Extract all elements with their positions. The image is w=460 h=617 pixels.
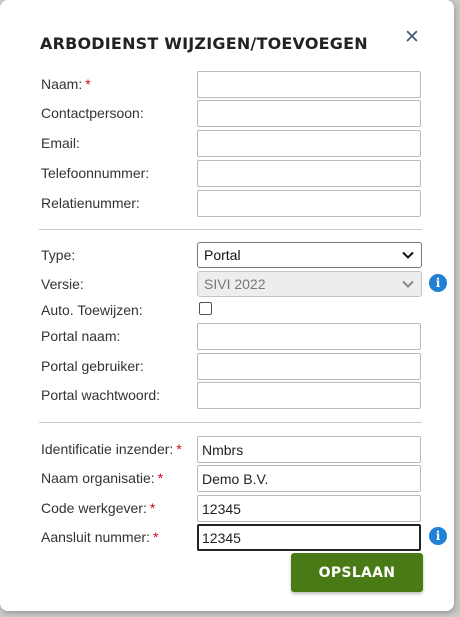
- versie-select: SIVI 2022: [197, 271, 422, 297]
- relatienummer-label: Relatienummer:: [41, 195, 140, 211]
- email-input[interactable]: [197, 130, 421, 157]
- type-select[interactable]: Portal: [197, 242, 422, 268]
- required-marker: *: [149, 500, 156, 516]
- telefoonnummer-input[interactable]: [197, 160, 421, 187]
- info-icon[interactable]: i: [429, 274, 447, 292]
- save-button[interactable]: OPSLAAN: [291, 553, 423, 592]
- required-marker: *: [85, 76, 91, 92]
- dialog-title: ARBODIENST WIJZIGEN/TOEVOEGEN: [40, 34, 368, 53]
- section-divider: [39, 422, 422, 423]
- close-icon[interactable]: ✕: [402, 28, 422, 48]
- auto-toewijzen-checkbox[interactable]: [199, 302, 212, 315]
- type-selected-value: Portal: [204, 247, 241, 263]
- naam-label: Naam: *: [41, 76, 91, 92]
- aansluit-nummer-label: Aansluit nummer: *: [41, 529, 159, 545]
- contactpersoon-input[interactable]: [197, 100, 421, 127]
- identificatie-inzender-input[interactable]: [197, 436, 421, 463]
- required-marker: *: [176, 441, 182, 457]
- code-werkgever-label: Code werkgever: *: [41, 500, 156, 516]
- auto-toewijzen-label: Auto. Toewijzen:: [41, 302, 143, 318]
- telefoonnummer-label: Telefoonnummer:: [41, 165, 150, 181]
- chevron-down-icon: [402, 251, 414, 259]
- naam-input[interactable]: [197, 71, 421, 98]
- info-icon[interactable]: i: [429, 527, 447, 545]
- relatienummer-input[interactable]: [197, 190, 421, 217]
- versie-label: Versie:: [41, 276, 84, 292]
- chevron-down-icon: [402, 280, 414, 288]
- email-label: Email:: [41, 135, 80, 151]
- section-divider: [39, 229, 422, 230]
- code-werkgever-input[interactable]: [197, 495, 421, 522]
- required-marker: *: [152, 529, 159, 545]
- portal-naam-label: Portal naam:: [41, 328, 121, 344]
- type-label: Type:: [41, 247, 76, 263]
- portal-wachtwoord-input[interactable]: [197, 382, 421, 409]
- naam-organisatie-label: Naam organisatie: *: [41, 470, 164, 486]
- naam-organisatie-input[interactable]: [197, 465, 421, 492]
- portal-gebruiker-label: Portal gebruiker:: [41, 358, 144, 374]
- identificatie-inzender-label: Identificatie inzender: *: [41, 441, 182, 457]
- portal-wachtwoord-label: Portal wachtwoord:: [41, 387, 161, 403]
- portal-naam-input[interactable]: [197, 323, 421, 350]
- dialog: ARBODIENST WIJZIGEN/TOEVOEGEN ✕ Naam: * C…: [0, 0, 454, 611]
- aansluit-nummer-input[interactable]: [197, 524, 421, 551]
- versie-selected-value: SIVI 2022: [204, 276, 266, 292]
- portal-gebruiker-input[interactable]: [197, 353, 421, 380]
- required-marker: *: [157, 470, 164, 486]
- contactpersoon-label: Contactpersoon:: [41, 105, 144, 121]
